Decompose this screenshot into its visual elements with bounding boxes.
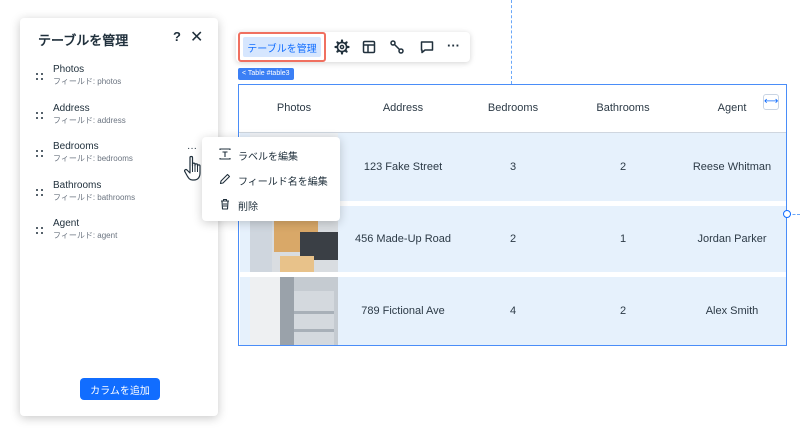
cell-bathrooms: 2 (619, 305, 627, 317)
drag-handle-icon[interactable] (36, 112, 44, 122)
field-context-menu: ラベルを編集 フィールド名を編集 削除 (202, 137, 340, 221)
header-bedrooms: Bedrooms (487, 102, 539, 114)
cell-bedrooms: 2 (509, 233, 517, 245)
gear-icon[interactable] (334, 39, 350, 55)
drag-handle-icon[interactable] (36, 73, 44, 83)
field-name: Bedrooms (53, 141, 99, 152)
manage-table-panel: テーブルを管理 ? ✕ Photos フィールド: photos Address… (20, 18, 218, 416)
cell-bathrooms: 1 (619, 233, 627, 245)
vertical-guide-line (511, 0, 512, 84)
connect-data-icon[interactable] (389, 39, 405, 55)
layout-icon[interactable] (361, 39, 377, 55)
menu-item-edit-field-name[interactable]: フィールド名を編集 (202, 168, 340, 190)
header-bathrooms: Bathrooms (596, 102, 650, 114)
cell-address: 123 Fake Street (363, 161, 443, 173)
field-item-photos[interactable]: Photos フィールド: photos (20, 64, 218, 100)
field-key: フィールド: address (53, 116, 126, 125)
cell-address: 789 Fictional Ave (361, 305, 445, 317)
menu-label: 削除 (238, 202, 258, 213)
resize-handle[interactable] (783, 210, 791, 218)
header-photos: Photos (276, 102, 312, 114)
field-item-agent[interactable]: Agent フィールド: agent (20, 218, 218, 254)
field-name: Address (53, 103, 90, 114)
more-icon[interactable]: ··· (187, 143, 197, 154)
cell-address: 456 Made-Up Road (354, 233, 452, 245)
pencil-icon (219, 173, 231, 185)
field-key: フィールド: bathrooms (53, 193, 136, 202)
comment-icon[interactable] (419, 39, 435, 55)
field-item-address[interactable]: Address フィールド: address (20, 103, 218, 139)
cell-bedrooms: 3 (509, 161, 517, 173)
house-photo (250, 277, 338, 345)
menu-label: ラベルを編集 (238, 152, 298, 163)
cell-agent: Alex Smith (705, 305, 759, 317)
table-id-tag[interactable]: < Table #table3 (238, 68, 294, 80)
hand-cursor-icon (184, 155, 201, 181)
manage-table-button[interactable]: テーブルを管理 (238, 32, 326, 62)
help-icon[interactable]: ? (173, 29, 181, 44)
add-column-button[interactable]: カラムを追加 (80, 378, 160, 400)
drag-handle-icon[interactable] (36, 227, 44, 237)
cell-agent: Reese Whitman (692, 161, 772, 173)
field-key: フィールド: photos (53, 77, 122, 86)
panel-title: テーブルを管理 (38, 33, 129, 48)
stretch-icon[interactable]: ⟷ (763, 94, 779, 110)
field-name: Bathrooms (53, 180, 102, 191)
field-name: Agent (53, 218, 80, 229)
menu-item-delete[interactable]: 削除 (202, 193, 340, 215)
element-toolbar: テーブルを管理 ··· (236, 32, 470, 62)
cell-agent: Jordan Parker (697, 233, 767, 245)
header-address: Address (382, 102, 424, 114)
field-key: フィールド: agent (53, 231, 118, 240)
drag-handle-icon[interactable] (36, 189, 44, 199)
trash-icon (221, 198, 229, 210)
text-label-icon (219, 148, 231, 160)
field-item-bathrooms[interactable]: Bathrooms フィールド: bathrooms (20, 180, 218, 216)
menu-label: フィールド名を編集 (238, 177, 328, 188)
manage-table-label: テーブルを管理 (243, 37, 321, 57)
cell-bathrooms: 2 (619, 161, 627, 173)
field-name: Photos (53, 64, 85, 75)
cell-bedrooms: 4 (509, 305, 517, 317)
more-icon[interactable]: ··· (447, 38, 463, 54)
header-agent: Agent (717, 102, 747, 114)
menu-item-edit-label[interactable]: ラベルを編集 (202, 143, 340, 165)
drag-handle-icon[interactable] (36, 150, 44, 160)
table-row[interactable]: 789 Fictional Ave 4 2 Alex Smith (240, 277, 786, 345)
field-key: フィールド: bedrooms (53, 154, 133, 163)
close-icon[interactable]: ✕ (190, 27, 203, 47)
